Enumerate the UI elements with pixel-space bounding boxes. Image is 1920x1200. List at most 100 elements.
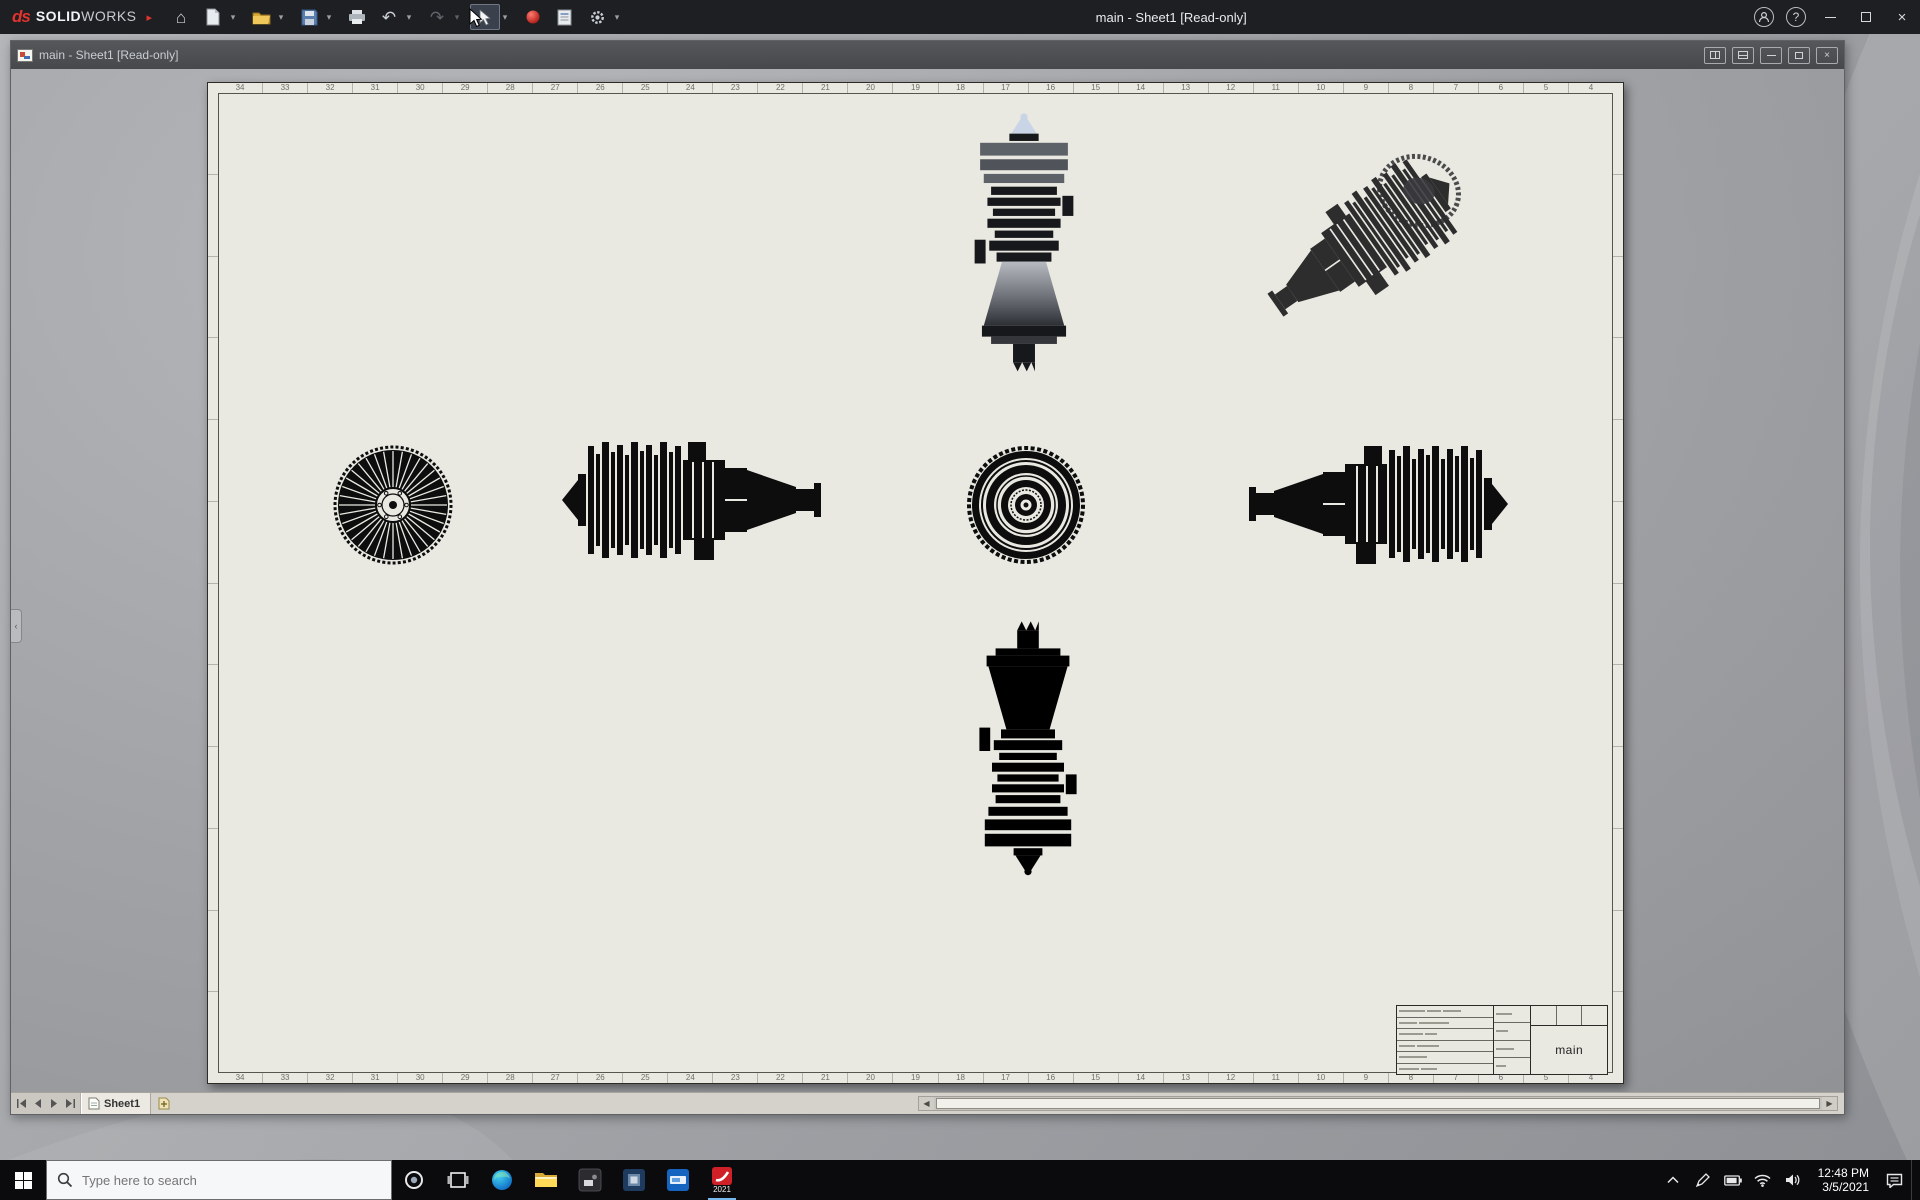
start-button[interactable] — [0, 1160, 46, 1200]
battery-button[interactable] — [1720, 1160, 1746, 1200]
drawing-view-bottom[interactable] — [965, 585, 1091, 881]
solidworks-taskbar-button[interactable]: 2021 — [700, 1160, 744, 1200]
file-properties-icon — [557, 9, 572, 25]
zone-number: 29 — [443, 1073, 489, 1083]
solidworks-version-badge: 2021 — [713, 1184, 731, 1194]
drawing-view-front[interactable] — [966, 445, 1086, 565]
new-dropdown-icon[interactable]: ▾ — [228, 12, 238, 23]
close-button[interactable]: × — [1884, 0, 1920, 34]
zone-number: 24 — [668, 1073, 714, 1083]
task-view-button[interactable] — [436, 1160, 480, 1200]
last-sheet-button[interactable] — [62, 1096, 77, 1111]
viewport-hsplit-button[interactable] — [1732, 46, 1754, 64]
logo-text-light: WORKS — [81, 8, 137, 24]
add-sheet-button[interactable] — [151, 1093, 177, 1114]
drawing-view-rear[interactable] — [333, 445, 453, 565]
show-desktop-button[interactable] — [1911, 1160, 1916, 1200]
taskbar-clock[interactable]: 12:48 PM 3/5/2021 — [1810, 1166, 1877, 1194]
redo-dropdown-icon[interactable]: ▾ — [452, 12, 462, 23]
drawing-view-side-right[interactable] — [1210, 433, 1510, 575]
zone-number: 29 — [443, 83, 489, 93]
drawing-view-top[interactable] — [960, 107, 1088, 409]
horizontal-scrollbar[interactable]: ◀ ▶ — [918, 1096, 1838, 1111]
zone-number: 9 — [1344, 83, 1389, 93]
search-input[interactable] — [82, 1172, 342, 1188]
options-dropdown-icon[interactable]: ▾ — [612, 12, 622, 23]
doc-close-button[interactable]: × — [1816, 46, 1838, 64]
zone-number: 12 — [1209, 83, 1254, 93]
save-icon — [301, 9, 318, 25]
select-arrow-icon — [479, 8, 492, 26]
scrollbar-thumb[interactable] — [936, 1098, 1820, 1109]
home-button[interactable]: ⌂ — [166, 4, 196, 30]
help-icon[interactable]: ? — [1786, 7, 1806, 27]
drawing-view-isometric[interactable] — [1232, 135, 1488, 351]
select-dropdown-icon[interactable]: ▾ — [500, 12, 510, 23]
undo-button[interactable]: ↶ — [374, 4, 404, 30]
doc-restore-button[interactable] — [1788, 46, 1810, 64]
scroll-left-arrow[interactable]: ◀ — [919, 1097, 934, 1110]
scroll-right-arrow[interactable]: ▶ — [1822, 1097, 1837, 1110]
first-sheet-button[interactable] — [14, 1096, 29, 1111]
open-dropdown-icon[interactable]: ▾ — [276, 12, 286, 23]
search-icon — [57, 1172, 73, 1188]
hidden-icons-button[interactable] — [1660, 1160, 1686, 1200]
cortana-button[interactable] — [392, 1160, 436, 1200]
add-sheet-icon — [158, 1097, 170, 1110]
title-block[interactable]: main — [1396, 1005, 1608, 1075]
action-center-button[interactable] — [1881, 1160, 1907, 1200]
save-button[interactable] — [294, 4, 324, 30]
undo-dropdown-icon[interactable]: ▾ — [404, 12, 414, 23]
app-icon-navy-button[interactable] — [612, 1160, 656, 1200]
print-button[interactable] — [342, 4, 372, 30]
zone-tick — [1613, 665, 1623, 747]
drawing-sheet[interactable]: 34 33 32 31 30 29 28 27 26 25 24 23 22 21 20 19 18 17 16 15… — [207, 82, 1624, 1084]
network-button[interactable] — [1750, 1160, 1776, 1200]
file-explorer-button[interactable] — [524, 1160, 568, 1200]
viewport-split-button[interactable] — [1704, 46, 1726, 64]
edge-button[interactable] — [480, 1160, 524, 1200]
select-tool-button[interactable] — [470, 4, 501, 30]
taskbar-search[interactable] — [46, 1160, 392, 1200]
options-button[interactable] — [582, 4, 612, 30]
drawing-view-side-left[interactable] — [560, 429, 860, 571]
logo-expand-arrow-icon[interactable]: ▸ — [147, 11, 153, 24]
app-icon-dark-button[interactable] — [568, 1160, 612, 1200]
title-block-mid-column — [1493, 1006, 1532, 1074]
redo-button[interactable]: ↷ — [422, 4, 452, 30]
next-sheet-button[interactable] — [46, 1096, 61, 1111]
app-icon-blue-button[interactable] — [656, 1160, 700, 1200]
volume-button[interactable] — [1780, 1160, 1806, 1200]
previous-sheet-button[interactable] — [30, 1096, 45, 1111]
undo-icon: ↶ — [381, 7, 397, 27]
scrollbar-track[interactable] — [934, 1097, 1822, 1110]
notifications-icon — [1886, 1173, 1902, 1188]
minimize-button[interactable] — [1812, 0, 1848, 34]
maximize-button[interactable] — [1848, 0, 1884, 34]
sheet-zone-numbers-top: 34 33 32 31 30 29 28 27 26 25 24 23 22 21 20 19 18 17 16 15… — [218, 83, 1613, 93]
save-dropdown-icon[interactable]: ▾ — [324, 12, 334, 23]
document-titlebar[interactable]: main - Sheet1 [Read-only] × — [11, 41, 1844, 69]
account-icon[interactable] — [1754, 7, 1774, 27]
app-icon-dark — [578, 1168, 602, 1192]
file-properties-button[interactable] — [550, 4, 580, 30]
zone-number: 11 — [1254, 83, 1299, 93]
chevron-up-icon — [1667, 1176, 1679, 1184]
windows-logo-icon — [14, 1171, 32, 1189]
zone-number: 30 — [398, 83, 444, 93]
zone-tick — [1613, 420, 1623, 502]
taskpane-flyout-arrow[interactable]: ‹ — [11, 609, 22, 643]
zone-tick — [208, 502, 218, 584]
zone-number: 19 — [893, 83, 939, 93]
drawing-viewport[interactable]: ‹ 34 33 32 31 30 29 28 27 26 25 24 23 22 21 20 19 18 17 16… — [11, 69, 1844, 1092]
clock-date: 3/5/2021 — [1822, 1180, 1869, 1194]
pen-workspace-button[interactable] — [1690, 1160, 1716, 1200]
doc-minimize-button[interactable] — [1760, 46, 1782, 64]
open-button[interactable] — [246, 4, 276, 30]
zone-tick — [1613, 911, 1623, 993]
windows-taskbar: 2021 12:48 PM 3/5/2021 — [0, 1160, 1920, 1200]
new-document-button[interactable] — [198, 4, 228, 30]
rebuild-button[interactable] — [518, 4, 548, 30]
sheet-tab-sheet1[interactable]: Sheet1 — [81, 1093, 152, 1114]
zone-tick — [1613, 829, 1623, 911]
